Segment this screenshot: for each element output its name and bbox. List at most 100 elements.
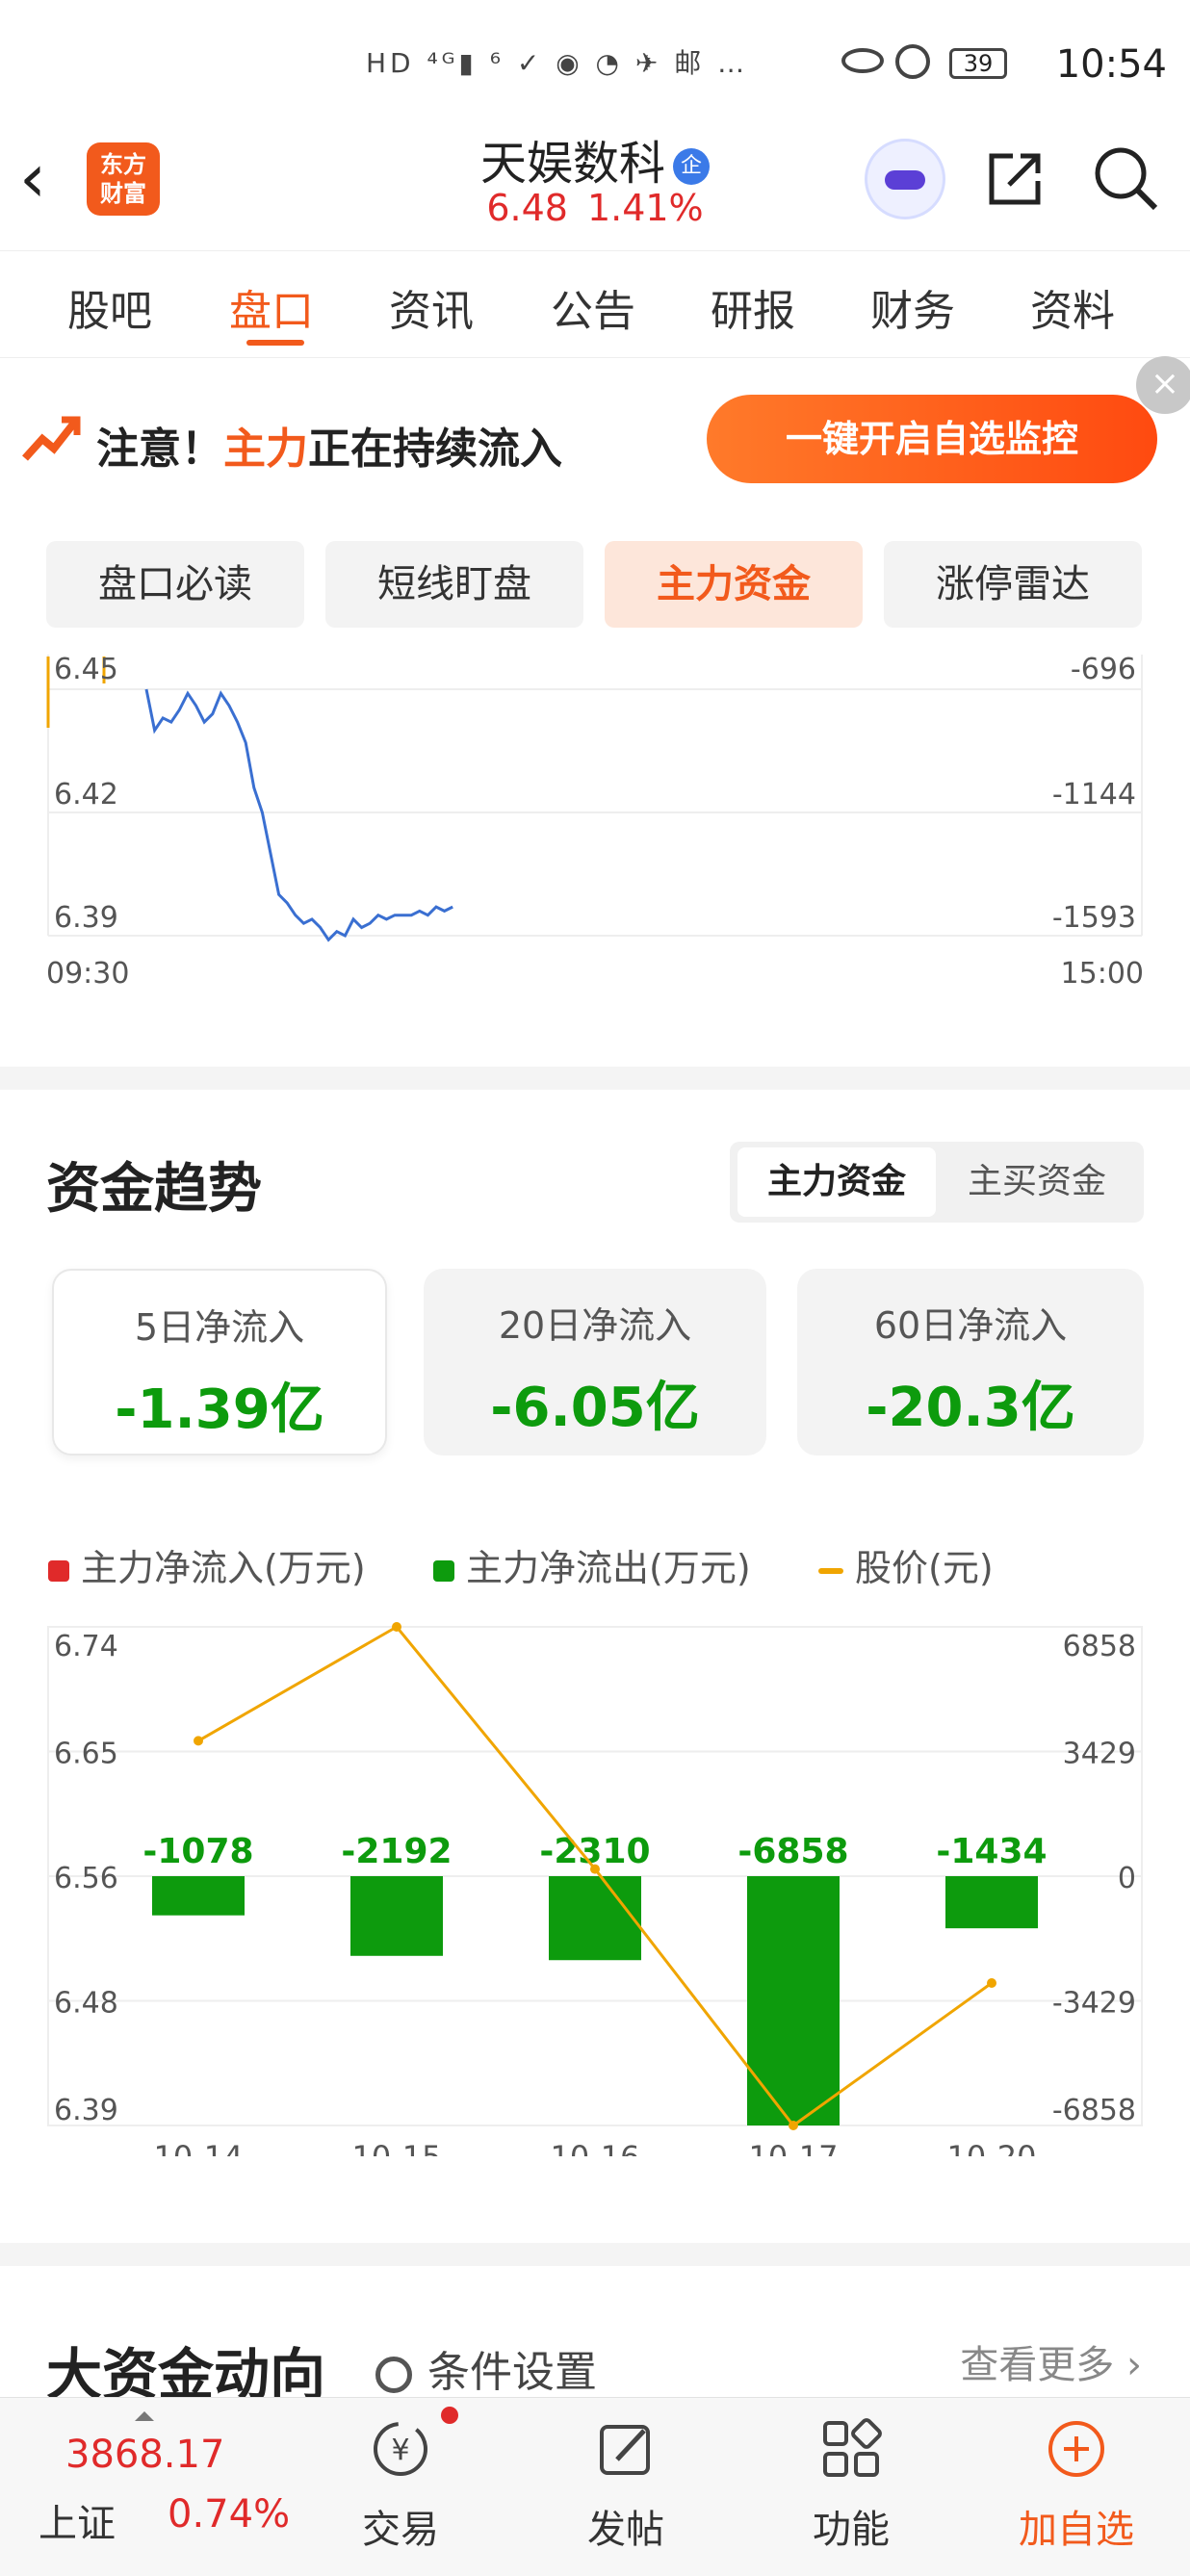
notice-prefix: 注意！ — [96, 425, 223, 474]
legend-orange-swatch — [818, 1567, 843, 1574]
right-tick: -696 — [1070, 653, 1136, 686]
tab-underline — [246, 340, 304, 346]
view-more-link[interactable]: 查看更多 › — [960, 2333, 1142, 2389]
pankou-subtabs: 盘口必读 短线盯盘 主力资金 涨停雷达 — [46, 541, 1144, 630]
x-tick-label: 10-15 — [352, 2139, 442, 2156]
battery-icon: 39 — [949, 48, 1007, 79]
battery-level: 39 — [963, 50, 994, 77]
bottom-bar: 3868.17 上证 0.74% ¥ 交易 发帖 功能 加自选 — [0, 2397, 1190, 2576]
index-name[interactable]: 上证 — [39, 2492, 116, 2548]
svg-text:¥: ¥ — [391, 2434, 409, 2467]
condition-settings[interactable]: 条件设置 — [375, 2337, 597, 2399]
price-point — [194, 1736, 203, 1746]
subtab-short-term[interactable]: 短线盯盘 — [325, 541, 583, 628]
right-tick: 3429 — [1063, 1738, 1136, 1771]
card-label: 60日净流入 — [873, 1304, 1068, 1347]
condition-settings-label: 条件设置 — [427, 2348, 597, 2397]
fund-type-toggle: 主力资金 主买资金 — [730, 1142, 1144, 1223]
right-tick: -1593 — [1051, 901, 1136, 935]
intraday-svg — [46, 655, 1143, 942]
bar-value-label: -1078 — [142, 1832, 253, 1871]
inflow-notice: 注意！主力正在持续流入 一键开启自选监控 — [0, 368, 1190, 512]
left-tick: 6.65 — [54, 1738, 118, 1771]
search-icon[interactable] — [1092, 144, 1159, 212]
tab-news[interactable]: 资讯 — [389, 276, 474, 338]
tab-finance[interactable]: 财务 — [870, 276, 955, 338]
nav-trade[interactable]: ¥ 交易 — [323, 2417, 478, 2554]
right-tick: -1144 — [1051, 778, 1136, 811]
legend-price-label: 股价(元) — [855, 1547, 994, 1589]
notice-highlight: 主力 — [223, 425, 308, 474]
x-tick-label: 10-14 — [154, 2139, 244, 2156]
subtab-must-read[interactable]: 盘口必读 — [46, 541, 304, 628]
right-tick: -6858 — [1052, 2094, 1136, 2127]
legend-outflow-label: 主力净流出(万元) — [466, 1547, 751, 1589]
card-value: -6.05亿 — [490, 1377, 700, 1439]
fund-trend-chart[interactable]: 6.74 6858 6.65 3429 6.56 0 6.48 -3429 6.39 -6858 -… — [0, 1617, 1190, 2176]
enterprise-badge: 企 — [673, 148, 710, 185]
tab-research[interactable]: 研报 — [711, 276, 795, 338]
status-icons: HD ⁴ᴳ▮ ⁶ ✓ ◉ ◔ ✈ 邮 … — [366, 47, 749, 79]
card-label: 20日净流入 — [498, 1304, 692, 1347]
left-tick: 6.48 — [54, 1987, 118, 2021]
tab-announcements[interactable]: 公告 — [551, 276, 635, 338]
toggle-main-funds[interactable]: 主力资金 — [737, 1147, 936, 1217]
left-tick: 6.56 — [54, 1862, 118, 1895]
index-value[interactable]: 3868.17 — [65, 2433, 224, 2477]
section-divider — [0, 1067, 1190, 1090]
legend-inflow-label: 主力净流入(万元) — [81, 1547, 366, 1589]
stock-header: ‹ 东方 财富 天娱数科企 6.48 1.41% — [0, 116, 1190, 250]
tab-profile[interactable]: 资料 — [1030, 276, 1115, 338]
card-5day-inflow[interactable]: 5日净流入 -1.39亿 — [52, 1269, 387, 1455]
toggle-main-buy[interactable]: 主买资金 — [938, 1147, 1136, 1217]
price-point — [987, 1978, 996, 1988]
right-tick: -3429 — [1052, 1987, 1136, 2021]
x-tick-label: 10-17 — [749, 2139, 839, 2156]
tab-pankou[interactable]: 盘口 — [229, 276, 314, 338]
subtab-limit-up-radar[interactable]: 涨停雷达 — [884, 541, 1142, 628]
price-line — [144, 688, 453, 942]
left-tick: 6.39 — [54, 901, 118, 935]
bar-value-label: -1434 — [936, 1832, 1047, 1871]
x-tick-label: 10-16 — [551, 2139, 640, 2156]
fund-trend-title: 资金趋势 — [46, 1158, 262, 1221]
stock-price: 6.48 — [486, 187, 568, 229]
bar — [549, 1876, 641, 1961]
fund-trend-svg: 6.74 6858 6.65 3429 6.56 0 6.48 -3429 6.39 -6858 -… — [47, 1622, 1143, 2176]
assistant-robot-icon[interactable] — [865, 139, 945, 219]
intraday-chart[interactable]: 6.45 6.42 6.39 -696 -1144 -1593 09:30 15… — [0, 647, 1190, 1013]
nav-trade-label: 交易 — [362, 2508, 439, 2552]
subtab-main-funds[interactable]: 主力资金 — [605, 541, 863, 628]
nav-post[interactable]: 发帖 — [549, 2417, 703, 2554]
legend-green-swatch — [433, 1559, 454, 1582]
right-tick: 6858 — [1063, 1630, 1136, 1663]
notice-text: 注意！主力正在持续流入 — [96, 414, 562, 476]
nav-functions[interactable]: 功能 — [774, 2417, 928, 2554]
notification-dot — [441, 2407, 458, 2424]
trade-yen-icon: ¥ — [374, 2422, 427, 2476]
share-icon[interactable] — [984, 148, 1046, 210]
legend-inflow: 主力净流入(万元) — [48, 1538, 366, 1591]
main-tabs: 股吧 盘口 资讯 公告 研报 财务 资料 — [0, 250, 1190, 358]
card-value: -20.3亿 — [866, 1377, 1075, 1439]
clock: 10:54 — [1055, 42, 1167, 87]
legend-price: 股价(元) — [818, 1538, 994, 1591]
left-tick: 6.39 — [54, 2094, 118, 2127]
tab-guba[interactable]: 股吧 — [67, 276, 152, 338]
bar-value-label: -2192 — [341, 1832, 452, 1871]
nav-add-watchlist-label: 加自选 — [1019, 2508, 1134, 2552]
stock-change: 1.41% — [586, 187, 704, 229]
price-point — [590, 1864, 600, 1874]
right-tick: 0 — [1118, 1862, 1136, 1895]
legend-outflow: 主力净流出(万元) — [433, 1538, 751, 1591]
nav-add-watchlist[interactable]: 加自选 — [999, 2417, 1153, 2554]
card-60day-inflow[interactable]: 60日净流入 -20.3亿 — [797, 1269, 1144, 1455]
close-notice-icon[interactable]: × — [1136, 356, 1190, 414]
card-20day-inflow[interactable]: 20日净流入 -6.05亿 — [424, 1269, 766, 1455]
index-change[interactable]: 0.74% — [168, 2492, 290, 2537]
legend-red-swatch — [48, 1559, 69, 1582]
eye-icon — [841, 48, 884, 73]
enable-monitor-button[interactable]: 一键开启自选监控 — [707, 395, 1157, 483]
bar-value-label: -6858 — [737, 1832, 848, 1871]
price-point — [789, 2121, 798, 2130]
